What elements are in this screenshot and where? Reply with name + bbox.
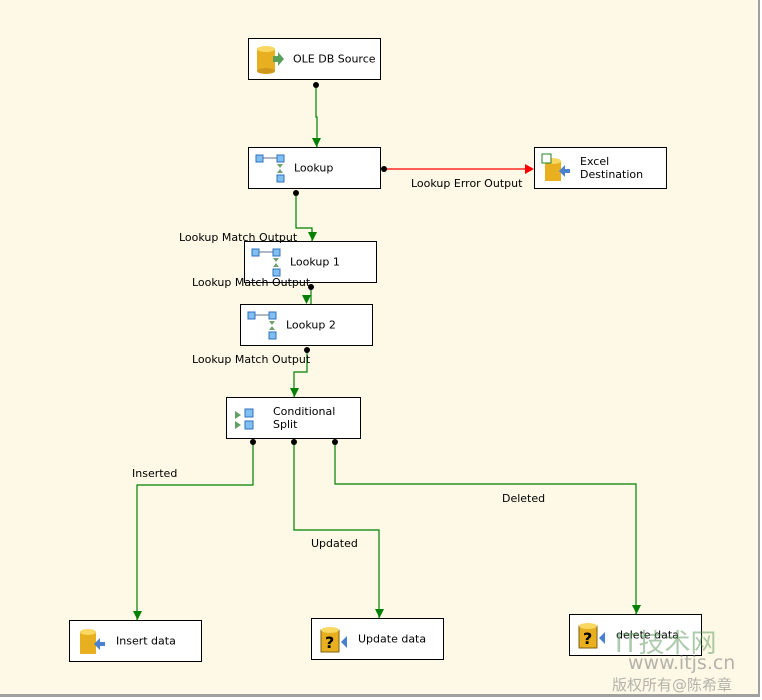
lookup-icon [255, 154, 285, 183]
node-label: Update data [358, 632, 427, 646]
node-lookup-2[interactable]: Lookup 2 [240, 304, 373, 346]
node-label: Insert data [116, 634, 176, 648]
data-flow-canvas[interactable]: OLE DB Source Lookup Excel Destination L… [0, 0, 760, 697]
svg-text:?: ? [583, 629, 592, 648]
path-updated[interactable] [293, 442, 380, 618]
node-label: OLE DB Source [293, 52, 376, 66]
excel-destination-icon [541, 153, 570, 181]
node-update-data[interactable]: ? Update data [311, 618, 444, 660]
database-source-icon [257, 46, 284, 74]
node-label: Lookup 2 [286, 318, 336, 332]
node-label: Lookup 1 [290, 255, 340, 269]
conditional-split-icon [235, 408, 254, 430]
database-destination-icon [80, 629, 105, 654]
node-excel-destination[interactable]: Excel Destination [534, 147, 667, 189]
path-label-lookup2-match: Lookup Match Output [192, 353, 311, 366]
node-label: Lookup [294, 161, 334, 175]
watermark-url: www.itjs.cn [628, 652, 736, 674]
node-ole-db-source[interactable]: OLE DB Source [248, 38, 381, 80]
path-label-updated: Updated [311, 537, 358, 550]
path-source-to-lookup[interactable] [315, 84, 318, 147]
node-label: Excel Destination [580, 155, 644, 181]
lookup-icon [247, 311, 277, 340]
node-conditional-split[interactable]: Conditional Split [226, 397, 361, 439]
watermark-copyright: 版权所有@陈希章 [612, 676, 733, 694]
svg-text:?: ? [325, 633, 334, 652]
path-label-lookup-match: Lookup Match Output [179, 231, 298, 244]
path-label-deleted: Deleted [502, 492, 546, 505]
node-lookup[interactable]: Lookup [248, 147, 381, 189]
path-label-lookup-error: Lookup Error Output [411, 177, 523, 190]
node-label: Conditional Split [273, 405, 336, 431]
path-deleted[interactable] [334, 442, 637, 614]
lookup-icon [251, 248, 281, 277]
path-label-lookup1-match: Lookup Match Output [192, 276, 311, 289]
unknown-destination-icon: ? [320, 627, 347, 653]
unknown-destination-icon: ? [578, 623, 605, 649]
path-label-inserted: Inserted [132, 467, 178, 480]
path-connectors [133, 82, 641, 620]
node-insert-data[interactable]: Insert data [69, 620, 202, 662]
